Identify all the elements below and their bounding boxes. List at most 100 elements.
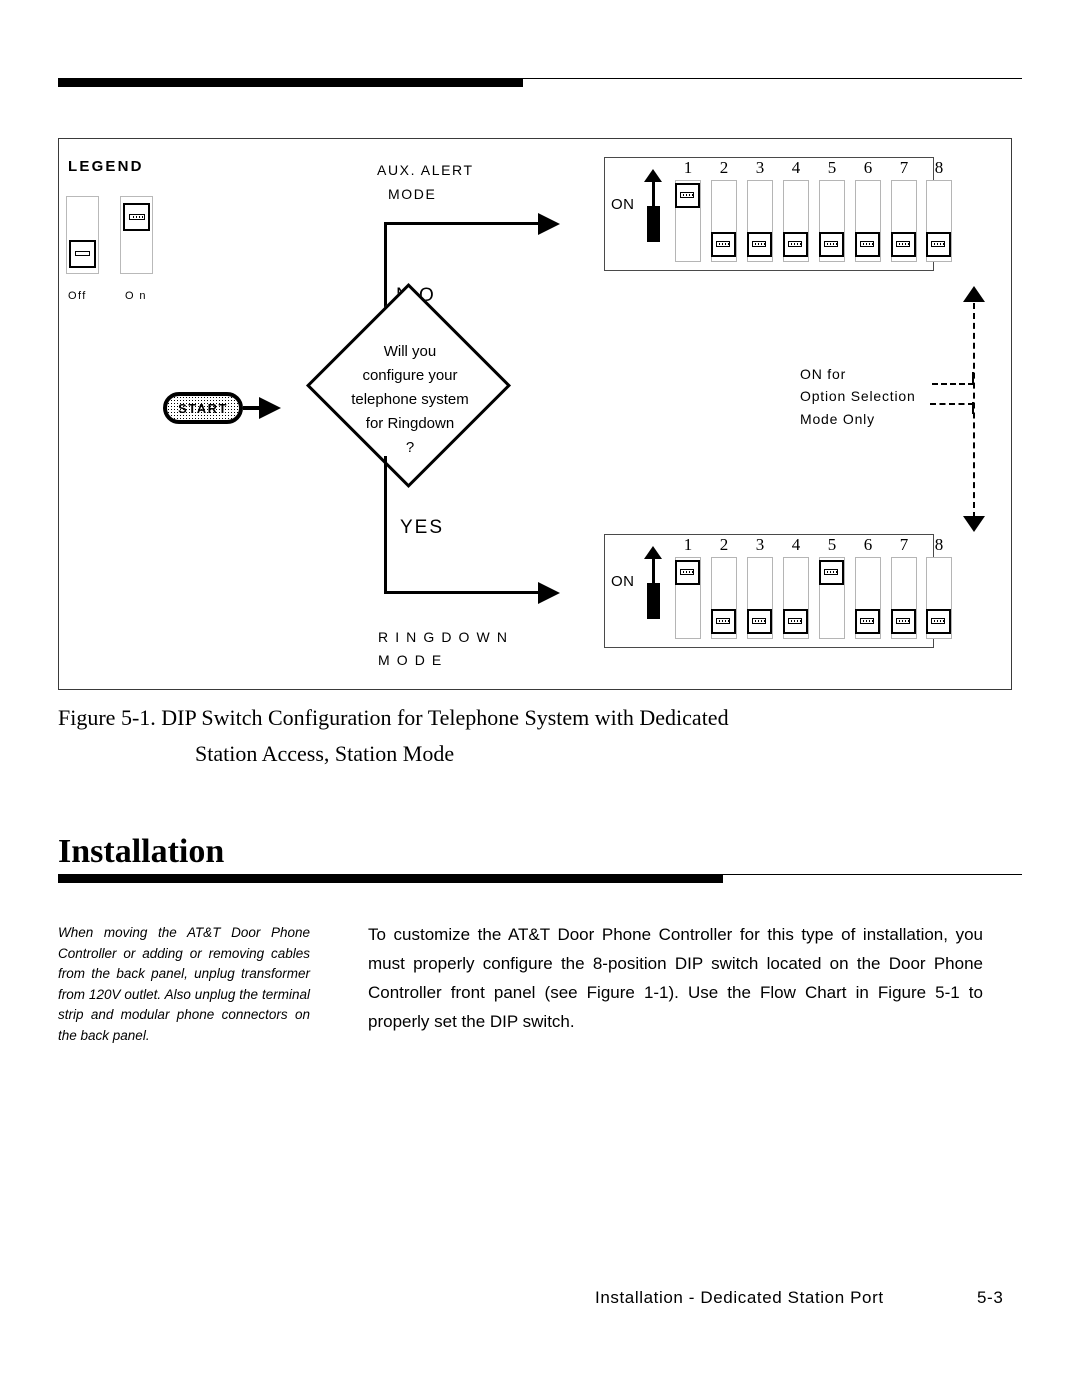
rocker-ridge [75,251,90,256]
aux-alert-mode-label-line2: MODE [388,186,437,202]
dip-slot-5[interactable] [819,557,845,639]
note-pointer-tick-right [972,372,974,384]
dip-rocker-off[interactable] [855,232,880,257]
dip-rocker-off[interactable] [855,609,880,634]
dip-slot-1[interactable] [675,557,701,639]
ringdown-mode-label-line1: R I N G D O W N [378,629,509,645]
rocker-ridge [752,618,766,624]
dip-rocker-off[interactable] [783,232,808,257]
dip-slot-2[interactable] [711,180,737,262]
note-pointer-tick-left [972,402,974,414]
rocker-ridge [860,618,874,624]
dip-rocker-off[interactable] [711,232,736,257]
legend-label-on: O n [125,290,147,302]
rocker-ridge [752,241,766,247]
dip-rocker-off[interactable] [926,232,951,257]
dip-switch-panel-aux-alert[interactable]: ON 1 2 3 4 5 6 7 8 [604,157,952,271]
dip-slot-6[interactable] [855,180,881,262]
connector-arrow-up [963,286,985,302]
legend-title: LEGEND [68,158,144,175]
connector-arrow-down [963,516,985,532]
dip-rocker-off[interactable] [783,609,808,634]
rocker-ridge [896,618,910,624]
rocker-ridge [716,241,730,247]
dip-on-label: ON [611,196,635,213]
body-paragraph: To customize the AT&T Door Phone Control… [368,925,983,1031]
dip-slot-1[interactable] [675,180,701,262]
dip-rocker-off[interactable] [891,609,916,634]
dip-slot-7[interactable] [891,557,917,639]
rocker-ridge [680,569,694,575]
dip-rocker-off[interactable] [819,232,844,257]
start-node: START [163,392,243,424]
branch-label-yes: YES [400,517,445,538]
flow-line-no-horizontal [384,222,542,225]
flow-arrow-no [538,213,560,235]
dip-number: 5 [827,158,837,177]
dip-on-arrow-head [644,169,662,182]
section-rule-thick [58,874,723,883]
dip-rocker-on[interactable] [675,560,700,585]
dip-switch-panel-ringdown[interactable]: ON 1 2 3 4 5 6 7 8 [604,534,952,648]
flow-line-yes-horizontal [384,591,542,594]
dip-on-arrow-base [647,206,660,242]
dip-slot-4[interactable] [783,180,809,262]
decision-line-1: Will you [383,343,437,360]
figure-caption-line2: Station Access, Station Mode [195,741,455,766]
rocker-ridge [931,241,945,247]
dip-number: 7 [899,158,909,177]
dip-rocker-on[interactable] [819,560,844,585]
dip-number: 2 [719,158,729,177]
dip-slot-5[interactable] [819,180,845,262]
connector-note-line2: Option Selection [800,388,916,404]
rocker-ridge [680,192,694,198]
rocker-ridge [788,241,802,247]
rocker-ridge [896,241,910,247]
legend-label-off: Off [68,290,87,302]
dip-slot-7[interactable] [891,180,917,262]
decision-line-3: telephone system [351,391,469,408]
dip-rocker-off[interactable] [711,609,736,634]
dip-on-arrow-stem [652,180,655,208]
dip-rocker-off[interactable] [891,232,916,257]
rocker-ridge [824,241,838,247]
dip-slot-8[interactable] [926,180,952,262]
dip-on-arrow-head [644,546,662,559]
flow-arrow-yes [538,582,560,604]
ringdown-mode-label-line2: M O D E [378,652,443,668]
legend-switch-off [66,196,99,274]
section-heading: Installation [58,833,225,870]
dip-number: 8 [934,158,944,177]
rocker-off [69,240,96,268]
dip-slot-2[interactable] [711,557,737,639]
dip-slot-3[interactable] [747,180,773,262]
header-rule-thin [523,78,1022,79]
dip-slot-3[interactable] [747,557,773,639]
dip-number: 3 [755,535,765,554]
legend-switch-on [120,196,153,274]
dip-rocker-off[interactable] [926,609,951,634]
dip-slot-6[interactable] [855,557,881,639]
rocker-ridge [716,618,730,624]
dip-number: 5 [827,535,837,554]
rocker-ridge [824,569,838,575]
figure-caption-line1: Figure 5-1. DIP Switch Configuration for… [58,705,729,730]
header-rule-thick [58,78,523,87]
dip-rocker-off[interactable] [747,609,772,634]
footer-page-number: 5-3 [977,1288,1004,1307]
connector-note-line3: Mode Only [800,411,875,427]
dip-rocker-on[interactable] [675,183,700,208]
note-pointer-lower [930,403,974,405]
decision-line-2: configure your [362,367,458,384]
section-rule-thin [723,874,1022,875]
dip-number: 4 [791,535,801,554]
dip-number: 7 [899,535,909,554]
flow-line-yes-vertical [384,456,387,594]
dip-number: 4 [791,158,801,177]
dip-slot-4[interactable] [783,557,809,639]
rocker-ridge [129,214,145,220]
dip-rocker-off[interactable] [747,232,772,257]
rocker-ridge [931,618,945,624]
dip-slot-8[interactable] [926,557,952,639]
footer-title: Installation - Dedicated Station Port [595,1288,884,1307]
